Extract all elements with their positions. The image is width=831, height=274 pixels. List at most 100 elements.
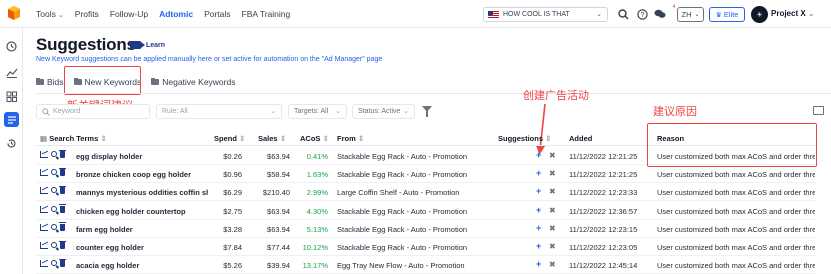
search-icon[interactable] (617, 8, 629, 20)
cell-acos: 13.17% (302, 261, 328, 271)
nav-portals[interactable]: Portals (204, 9, 230, 19)
project-select[interactable]: Project X ⌄ (771, 9, 815, 18)
language-select[interactable]: ZH ⌄ (677, 7, 704, 22)
folder-icon (151, 77, 160, 85)
header-acos[interactable]: ACoS ⇕ (300, 134, 329, 143)
cell-from[interactable]: Stackable Egg Rack - Auto - Promotion (337, 243, 497, 252)
search-icon[interactable] (51, 205, 57, 212)
table-row: chicken egg holder countertop $2.75 $63.94… (36, 202, 816, 220)
targets-select[interactable]: Targets: All ⌄ (288, 104, 347, 119)
header-suggestions[interactable]: Suggestions ⇕ (498, 134, 551, 143)
sort-icon: ⇕ (545, 134, 552, 143)
cell-sales: $63.94 (267, 206, 290, 216)
rule-value: Rule: All (162, 108, 188, 115)
header-label: ACoS (300, 134, 321, 143)
rule-select[interactable]: Rule: All ⌄ (156, 104, 282, 119)
trash-icon[interactable] (59, 167, 66, 177)
suggestions-icon[interactable] (4, 112, 19, 127)
header-spend[interactable]: Spend ⇕ (214, 134, 245, 143)
dismiss-icon[interactable]: ✖ (549, 224, 556, 233)
chart-icon[interactable] (40, 151, 48, 158)
cell-added: 11/12/2022 12:21:25 (569, 152, 638, 161)
junglescout-logo-icon[interactable] (6, 5, 22, 21)
trash-icon[interactable] (59, 149, 66, 158)
trash-icon[interactable] (59, 240, 66, 249)
chart-icon[interactable] (40, 205, 48, 213)
trash-icon[interactable] (59, 204, 66, 213)
cell-reason: User customized both max ACoS and order … (657, 261, 815, 271)
cell-from[interactable]: Stackable Egg Rack - Auto - Promotion (337, 207, 497, 216)
nav-adtomic[interactable]: Adtomic (159, 9, 193, 19)
add-campaign-button[interactable]: + (536, 205, 541, 215)
plan-label: Elite (723, 10, 739, 19)
history-icon[interactable] (4, 136, 19, 151)
nav-profits[interactable]: Profits (75, 9, 99, 19)
header-sales[interactable]: Sales ⇕ (258, 134, 286, 143)
add-campaign-button[interactable]: + (536, 186, 541, 196)
header-label: Added (569, 134, 593, 143)
chart-icon[interactable] (40, 242, 48, 249)
header-added[interactable]: Added (569, 134, 592, 143)
cell-search-term: bronze chicken coop egg holder (76, 170, 192, 180)
cell-from[interactable]: Large Coffin Shelf - Auto - Promotion (337, 188, 497, 197)
tab-bids[interactable]: Bids (36, 77, 64, 87)
cell-spend: $2.75 (223, 206, 242, 216)
header-search-terms[interactable]: ▦ Search Terms ⇕ (40, 134, 107, 143)
dismiss-icon[interactable]: ✖ (549, 151, 556, 160)
search-icon[interactable] (51, 151, 57, 157)
header-from[interactable]: From ⇕ (337, 134, 364, 143)
targets-value: Targets: All (294, 108, 329, 115)
header-label: Spend (214, 134, 237, 143)
add-campaign-button[interactable]: + (536, 241, 541, 251)
chat-icon[interactable] (654, 8, 666, 20)
add-campaign-button[interactable]: + (536, 259, 541, 269)
trash-icon[interactable] (59, 258, 66, 268)
plan-badge[interactable]: ♛ Elite (709, 7, 745, 22)
help-icon[interactable]: ? (636, 8, 648, 20)
search-icon[interactable] (51, 260, 57, 267)
nav-follow-up[interactable]: Follow-Up (110, 9, 148, 19)
add-campaign-button[interactable]: + (536, 223, 541, 233)
nav-tools[interactable]: Tools ⌄ (36, 9, 64, 19)
learn-link[interactable]: Learn (130, 41, 165, 49)
reason-highlight (647, 123, 817, 167)
trash-icon[interactable] (59, 185, 66, 195)
cell-from[interactable]: Stackable Egg Rack - Auto - Promotion (337, 152, 497, 161)
store-select[interactable]: HOW COOL IS THAT ⌄ (483, 7, 608, 22)
header-label: From (337, 134, 356, 143)
tab-label: Negative Keywords (162, 77, 236, 87)
cell-from[interactable]: Egg Tray New Flow - Auto - Promotion (337, 261, 497, 270)
chart-icon[interactable] (40, 169, 48, 177)
dismiss-icon[interactable]: ✖ (549, 260, 556, 269)
tab-negative-keywords[interactable]: Negative Keywords (151, 77, 235, 87)
dismiss-icon[interactable]: ✖ (549, 169, 556, 178)
dashboard-grid-icon[interactable] (4, 89, 19, 104)
status-select[interactable]: Status: Active ⌄ (352, 104, 415, 119)
search-icon[interactable] (51, 242, 57, 248)
chart-icon[interactable] (40, 187, 48, 195)
chart-icon[interactable] (40, 223, 48, 231)
search-icon[interactable] (51, 223, 57, 230)
add-campaign-button[interactable]: + (536, 168, 541, 178)
filter-icon[interactable] (422, 106, 432, 117)
columns-icon[interactable] (813, 106, 824, 115)
avatar[interactable]: ☀ (751, 6, 768, 23)
cell-acos: 4.30% (306, 206, 328, 216)
cell-from[interactable]: Stackable Egg Rack - Auto - Promotion (337, 170, 497, 179)
search-icon[interactable] (51, 169, 57, 176)
clock-icon[interactable] (4, 39, 19, 54)
nav-fba-training[interactable]: FBA Training (242, 9, 291, 19)
trash-icon[interactable] (59, 222, 66, 231)
dismiss-icon[interactable]: ✖ (549, 242, 556, 251)
analytics-icon[interactable] (4, 65, 19, 80)
dismiss-icon[interactable]: ✖ (549, 187, 556, 196)
keyword-search-input[interactable]: Keyword (36, 104, 150, 119)
tabs-divider (36, 93, 831, 94)
chart-icon[interactable] (40, 260, 48, 268)
project-label: Project X (771, 9, 806, 18)
sort-icon: ⇕ (357, 134, 365, 143)
add-campaign-button[interactable]: + (536, 150, 541, 160)
dismiss-icon[interactable]: ✖ (549, 206, 556, 215)
search-icon[interactable] (51, 187, 57, 194)
cell-from[interactable]: Stackable Egg Rack - Auto - Promotion (337, 225, 497, 234)
